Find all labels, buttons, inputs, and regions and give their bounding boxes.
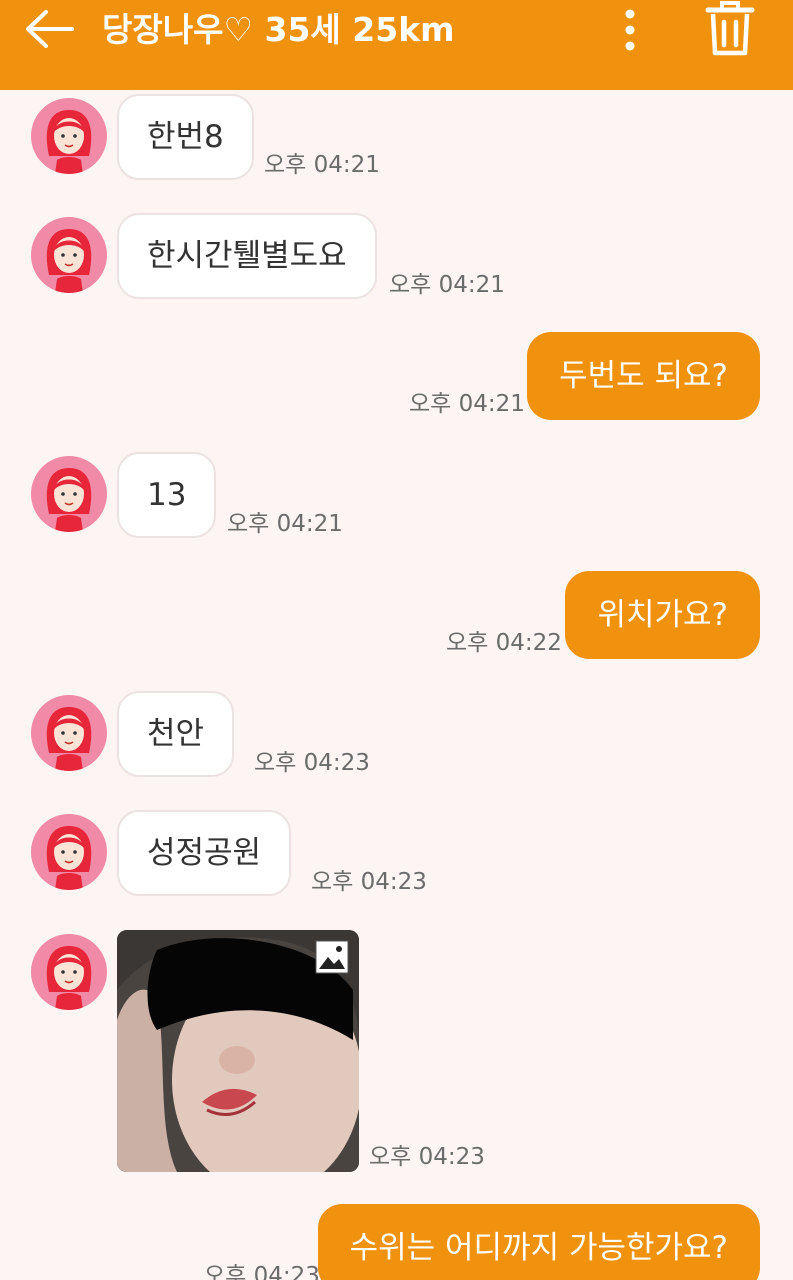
message-time: 오후 04:22: [446, 630, 562, 656]
message-time: 오후 04:21: [389, 272, 505, 298]
incoming-message[interactable]: 한시간퉬별도요: [117, 213, 377, 299]
image-message[interactable]: [117, 930, 359, 1172]
sender-avatar[interactable]: [31, 217, 107, 293]
incoming-message[interactable]: 한번8: [117, 94, 254, 180]
message-time: 오후 04:23: [254, 750, 370, 776]
message-time: 오후 04:21: [264, 152, 380, 178]
incoming-message[interactable]: 13: [117, 452, 217, 538]
delete-chat-button[interactable]: [700, 0, 760, 58]
woman-avatar-icon: [46, 707, 92, 771]
outgoing-message[interactable]: 수위는 어디까지 가능한가요?: [317, 1204, 760, 1280]
message-list[interactable]: 한번8 오후 04:21 한시간퉬별도요 오후 04:21 두번도 되요? 오후…: [0, 90, 793, 1280]
message-time: 오후 04:21: [409, 391, 525, 417]
message-time: 오후 04:23: [204, 1263, 320, 1280]
woman-avatar-icon: [46, 110, 92, 174]
woman-avatar-icon: [46, 468, 92, 532]
sender-avatar[interactable]: [31, 98, 107, 174]
sender-avatar[interactable]: [31, 456, 107, 532]
message-time: 오후 04:23: [369, 1144, 485, 1170]
image-icon: [315, 940, 349, 974]
woman-avatar-icon: [46, 826, 92, 890]
incoming-message[interactable]: 성정공원: [117, 810, 292, 896]
outgoing-message[interactable]: 위치가요?: [565, 571, 760, 659]
arrow-left-icon: [26, 10, 74, 48]
message-time: 오후 04:21: [227, 511, 343, 537]
chat-title: 당장나우♡ 35세 25km: [102, 10, 455, 49]
sender-avatar[interactable]: [31, 814, 107, 890]
sender-avatar[interactable]: [31, 695, 107, 771]
woman-avatar-icon: [46, 946, 92, 1010]
more-options-button[interactable]: [612, 6, 648, 54]
sender-avatar[interactable]: [31, 934, 107, 1010]
trash-icon: [705, 1, 755, 56]
back-button[interactable]: [22, 6, 78, 52]
incoming-message[interactable]: 천안: [117, 691, 235, 777]
message-time: 오후 04:23: [311, 869, 427, 895]
outgoing-message[interactable]: 두번도 되요?: [527, 332, 760, 420]
woman-avatar-icon: [46, 229, 92, 293]
more-vertical-icon: [625, 9, 635, 51]
header-bar: 당장나우♡ 35세 25km: [0, 0, 793, 90]
